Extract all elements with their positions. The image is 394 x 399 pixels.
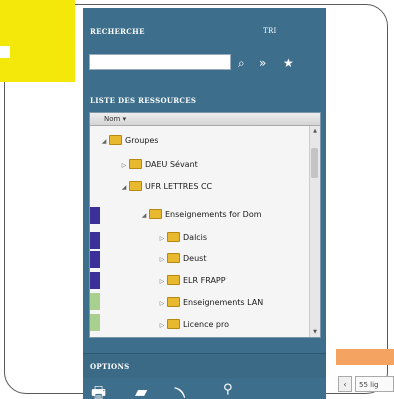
tree-item-6[interactable]: ▷ ELR FRAPP [90,273,326,289]
column-header[interactable]: Nom ▾ [90,113,320,126]
yellow-tab [0,0,75,82]
folder-icon [167,231,180,242]
folder-icon [129,180,142,191]
tree-item-3[interactable]: ◢ Enseignements for Dom [90,207,326,223]
pager-prev-button[interactable]: ‹ [338,376,352,392]
tree-item-7[interactable]: ▷ Enseignements LAN [90,295,326,311]
folder-icon [167,296,180,307]
expanded-arrow-icon[interactable]: ◢ [100,134,108,150]
tree-item-label: UFR LETTRES CC [145,182,213,191]
rss-icon[interactable]: ) [171,383,189,399]
sort-tab[interactable]: Tri [263,27,277,35]
tree-item-label: Licence pro [183,320,230,329]
tree-item-label: Groupes [125,136,159,145]
folder-export-icon[interactable]: ▰ [135,382,147,399]
collapsed-arrow-icon[interactable]: ▷ [120,158,128,174]
tree-item-label: Deust [183,254,207,263]
search-input[interactable] [89,54,231,70]
tree-item-2[interactable]: ◢ UFR LETTRES CC [90,179,326,195]
column-header-label: Nom [104,115,121,123]
search-icon[interactable]: ⌕ [238,57,245,69]
collapsed-arrow-icon[interactable]: ▷ [158,274,166,290]
collapsed-arrow-icon[interactable]: ▷ [158,231,166,247]
tree-item-label: DAEU Sévant [145,160,198,169]
collapsed-arrow-icon[interactable]: ▷ [158,318,166,334]
expanded-arrow-icon[interactable]: ◢ [140,208,148,224]
folder-icon [167,252,180,263]
tree-scrollbar[interactable]: ▲ ▼ [309,126,320,337]
tree-item-4[interactable]: ▷ Dalcis [90,230,326,246]
tree-item-1[interactable]: ▷ DAEU Sévant [90,157,326,173]
collapsed-arrow-icon[interactable]: ▷ [158,252,166,268]
forward-icon[interactable]: » [259,57,266,69]
folder-icon [167,274,180,285]
scroll-down-icon[interactable]: ▼ [310,329,320,335]
resource-tree: Nom ▾ ◢ Groupes ▷ DAEU Sévant ◢ UFR LETTRES… [89,112,321,338]
resources-title: LISTE DES RESSOURCES [90,96,197,105]
folder-icon [109,134,122,145]
tree-item-label: Enseignements LAN [183,298,264,307]
tree-item-0[interactable]: ◢ Groupes [90,133,306,149]
star-icon[interactable]: ★ [283,57,294,69]
expanded-arrow-icon[interactable]: ◢ [120,180,128,196]
pin-icon[interactable]: ⚲ [223,382,233,397]
tab-mark [0,46,10,58]
tree-item-5[interactable]: ▷ Deust [90,251,326,267]
options-bar: OPTIONS [83,353,326,378]
options-title: OPTIONS [90,362,130,371]
scroll-thumb[interactable] [311,148,318,178]
orange-header-bar [336,349,394,365]
print-icon[interactable]: 🖶 [91,382,106,399]
folder-icon [129,158,142,169]
folder-icon [167,318,180,329]
folder-icon [149,208,162,219]
tree-item-label: Enseignements for Dom [165,210,262,219]
tree-item-label: ELR FRAPP [183,276,226,285]
tree-item-8[interactable]: ▷ Licence pro [90,317,326,333]
sort-arrow-icon: ▾ [122,115,127,123]
pager-text: 55 lig [355,376,394,392]
scroll-up-icon[interactable]: ▲ [310,128,320,134]
collapsed-arrow-icon[interactable]: ▷ [158,296,166,312]
search-title: RECHERCHE [90,27,145,36]
left-panel: RECHERCHE Tri ⌕ » ★ LISTE DES RESSOURCES… [83,8,326,399]
tree-item-label: Dalcis [183,233,208,242]
